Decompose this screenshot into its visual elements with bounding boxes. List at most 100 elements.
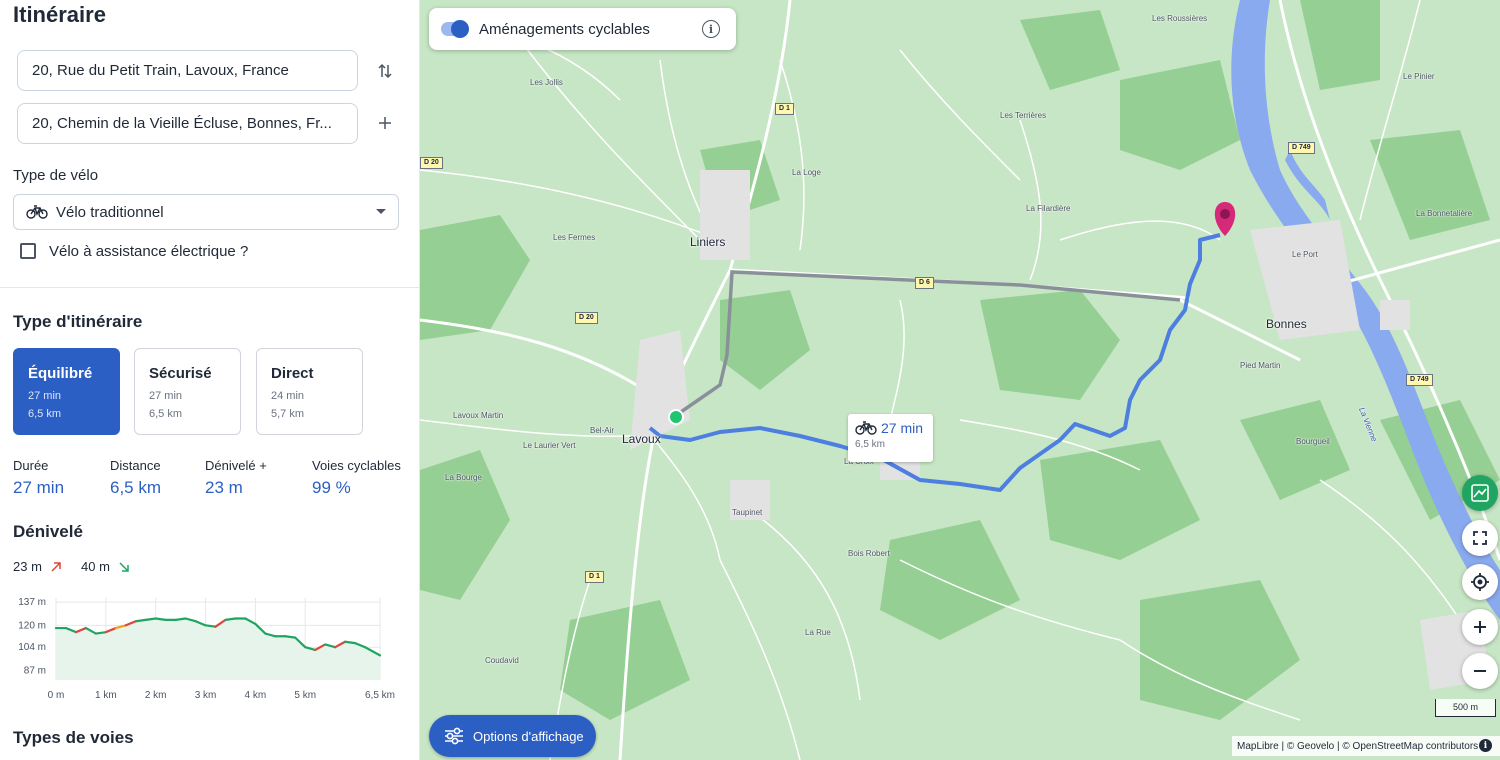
- place-label: La Bonnetalière: [1416, 209, 1473, 218]
- road-label-d749: D 749: [1406, 374, 1433, 386]
- chart-x-tick: 3 km: [195, 690, 217, 701]
- popup-distance: 6,5 km: [855, 439, 886, 450]
- chart-line-segment: [204, 624, 217, 628]
- stat-elevation-gain: Dénivelé + 23 m: [205, 458, 267, 498]
- divider: [0, 287, 419, 288]
- start-address-field[interactable]: 20, Rue du Petit Train, Lavoux, France: [17, 50, 358, 91]
- stat-duration: Durée 27 min: [13, 458, 64, 498]
- map[interactable]: D 1 D 20 D 20 D 6 D 749 D 749 D 1 Linier…: [420, 0, 1500, 760]
- chart-x-tick: 2 km: [145, 690, 167, 701]
- place-label: Les Roussières: [1152, 14, 1208, 23]
- place-label: Le Port: [1292, 250, 1318, 259]
- cycle-infrastructure-panel: Aménagements cyclables i: [429, 8, 736, 50]
- route-option-name: Sécurisé: [149, 365, 212, 382]
- road-label-d1: D 1: [775, 103, 794, 115]
- route-option-distance: 6,5 km: [149, 408, 183, 420]
- road-label-d6: D 6: [915, 277, 934, 289]
- route-option-direct[interactable]: Direct 24 min 5,7 km: [256, 348, 363, 435]
- chart-x-tick: 6,5 km: [365, 690, 395, 701]
- town-label: Liniers: [690, 235, 726, 249]
- place-label: Bel-Air: [590, 426, 615, 435]
- elevation-up: 23 m: [13, 559, 62, 574]
- chart-y-tick: 137 m: [18, 597, 46, 608]
- stat-distance: Distance 6,5 km: [110, 458, 161, 498]
- popup-time: 27 min: [881, 420, 924, 436]
- start-marker: [668, 409, 684, 425]
- chart-line-segment: [94, 631, 107, 635]
- chart-x-tick: 0 m: [48, 690, 65, 701]
- place-label: La Loge: [792, 168, 821, 177]
- arrow-down-right-icon: [119, 561, 129, 572]
- stat-label: Durée: [13, 458, 49, 473]
- chart-line-segment: [154, 617, 167, 621]
- swap-button[interactable]: [372, 58, 398, 84]
- chart-line-segment: [144, 617, 157, 621]
- plus-icon: [379, 117, 391, 129]
- cycle-infrastructure-toggle[interactable]: [441, 20, 469, 38]
- place-label: Coudavid: [485, 656, 519, 665]
- arrow-up-right-icon: [51, 561, 61, 572]
- swap-vertical-icon: [378, 63, 392, 79]
- cycle-infrastructure-label: Aménagements cyclables: [479, 20, 650, 38]
- route-option-duration: 27 min: [28, 390, 62, 402]
- sliders-icon: [445, 727, 463, 745]
- chart-line-segment: [344, 640, 357, 645]
- bike-type-label: Type de vélo: [13, 167, 99, 184]
- place-label: Les Fermes: [553, 233, 596, 242]
- zoom-out-button[interactable]: [1462, 653, 1498, 689]
- attribution-text: MapLibre | © Geovelo | © OpenStreetMap c…: [1237, 740, 1479, 752]
- elevation-up-value: 23 m: [13, 559, 42, 574]
- route-option-distance: 6,5 km: [28, 408, 62, 420]
- stat-label: Distance: [110, 458, 161, 473]
- stat-value: 99 %: [312, 478, 351, 497]
- road-types-title: Types de voies: [13, 728, 134, 747]
- destination-marker[interactable]: [1214, 202, 1236, 236]
- attribution: MapLibre | © Geovelo | © OpenStreetMap c…: [1232, 736, 1500, 756]
- elevation-title: Dénivelé: [13, 522, 83, 541]
- route-popup: 27 min 6,5 km: [848, 414, 933, 462]
- road-label-d20: D 20: [420, 157, 443, 169]
- display-options-button[interactable]: Options d'affichage: [429, 715, 596, 757]
- elevation-down-value: 40 m: [81, 559, 110, 574]
- fullscreen-button[interactable]: [1462, 520, 1498, 556]
- stat-label: Dénivelé +: [205, 458, 267, 473]
- chevron-down-icon: [376, 209, 386, 214]
- elevation-profile-button[interactable]: [1462, 475, 1498, 511]
- road-label-d749: D 749: [1288, 142, 1315, 154]
- route-type-title: Type d'itinéraire: [13, 312, 143, 331]
- plus-icon: [1474, 621, 1486, 633]
- ebike-label: Vélo à assistance électrique ?: [49, 243, 249, 260]
- place-label: La Rue: [805, 628, 831, 637]
- route-option-securise[interactable]: Sécurisé 27 min 6,5 km: [134, 348, 241, 435]
- place-label: La Bourge: [445, 473, 482, 482]
- scale-bar: 500 m: [1435, 699, 1496, 717]
- road-label-d20: D 20: [575, 312, 598, 324]
- locate-button[interactable]: [1462, 564, 1498, 600]
- place-label: Le Pinier: [1403, 72, 1435, 81]
- minus-icon: [1474, 670, 1486, 672]
- place-label: Les Jollis: [530, 78, 563, 87]
- town-label: Bonnes: [1266, 317, 1307, 331]
- route-option-name: Équilibré: [28, 365, 93, 382]
- route-option-distance: 5,7 km: [271, 408, 305, 420]
- chart-line-segment: [284, 635, 297, 639]
- add-waypoint-button[interactable]: [372, 110, 398, 136]
- stat-value: 27 min: [13, 478, 65, 497]
- river: [1231, 0, 1500, 620]
- sidebar: Itinéraire 20, Rue du Petit Train, Lavou…: [0, 0, 420, 760]
- zoom-in-button[interactable]: [1462, 609, 1498, 645]
- crosshair-icon: [1471, 573, 1489, 591]
- place-label: Les Terrières: [1000, 111, 1047, 120]
- chart-icon: [1471, 484, 1489, 502]
- chart-x-tick: 1 km: [95, 690, 117, 701]
- stat-value: 6,5 km: [110, 478, 162, 497]
- fullscreen-icon: [1473, 531, 1487, 545]
- attribution-info-icon[interactable]: i: [1479, 739, 1492, 752]
- bike-type-select[interactable]: Vélo traditionnel: [13, 194, 399, 230]
- route-option-equilibre[interactable]: Équilibré 27 min 6,5 km: [13, 348, 120, 435]
- end-address-field[interactable]: 20, Chemin de la Vieille Écluse, Bonnes,…: [17, 103, 358, 144]
- info-icon[interactable]: i: [702, 20, 720, 38]
- route-option-name: Direct: [271, 365, 314, 382]
- ebike-checkbox[interactable]: [20, 243, 36, 259]
- page-title: Itinéraire: [13, 2, 106, 27]
